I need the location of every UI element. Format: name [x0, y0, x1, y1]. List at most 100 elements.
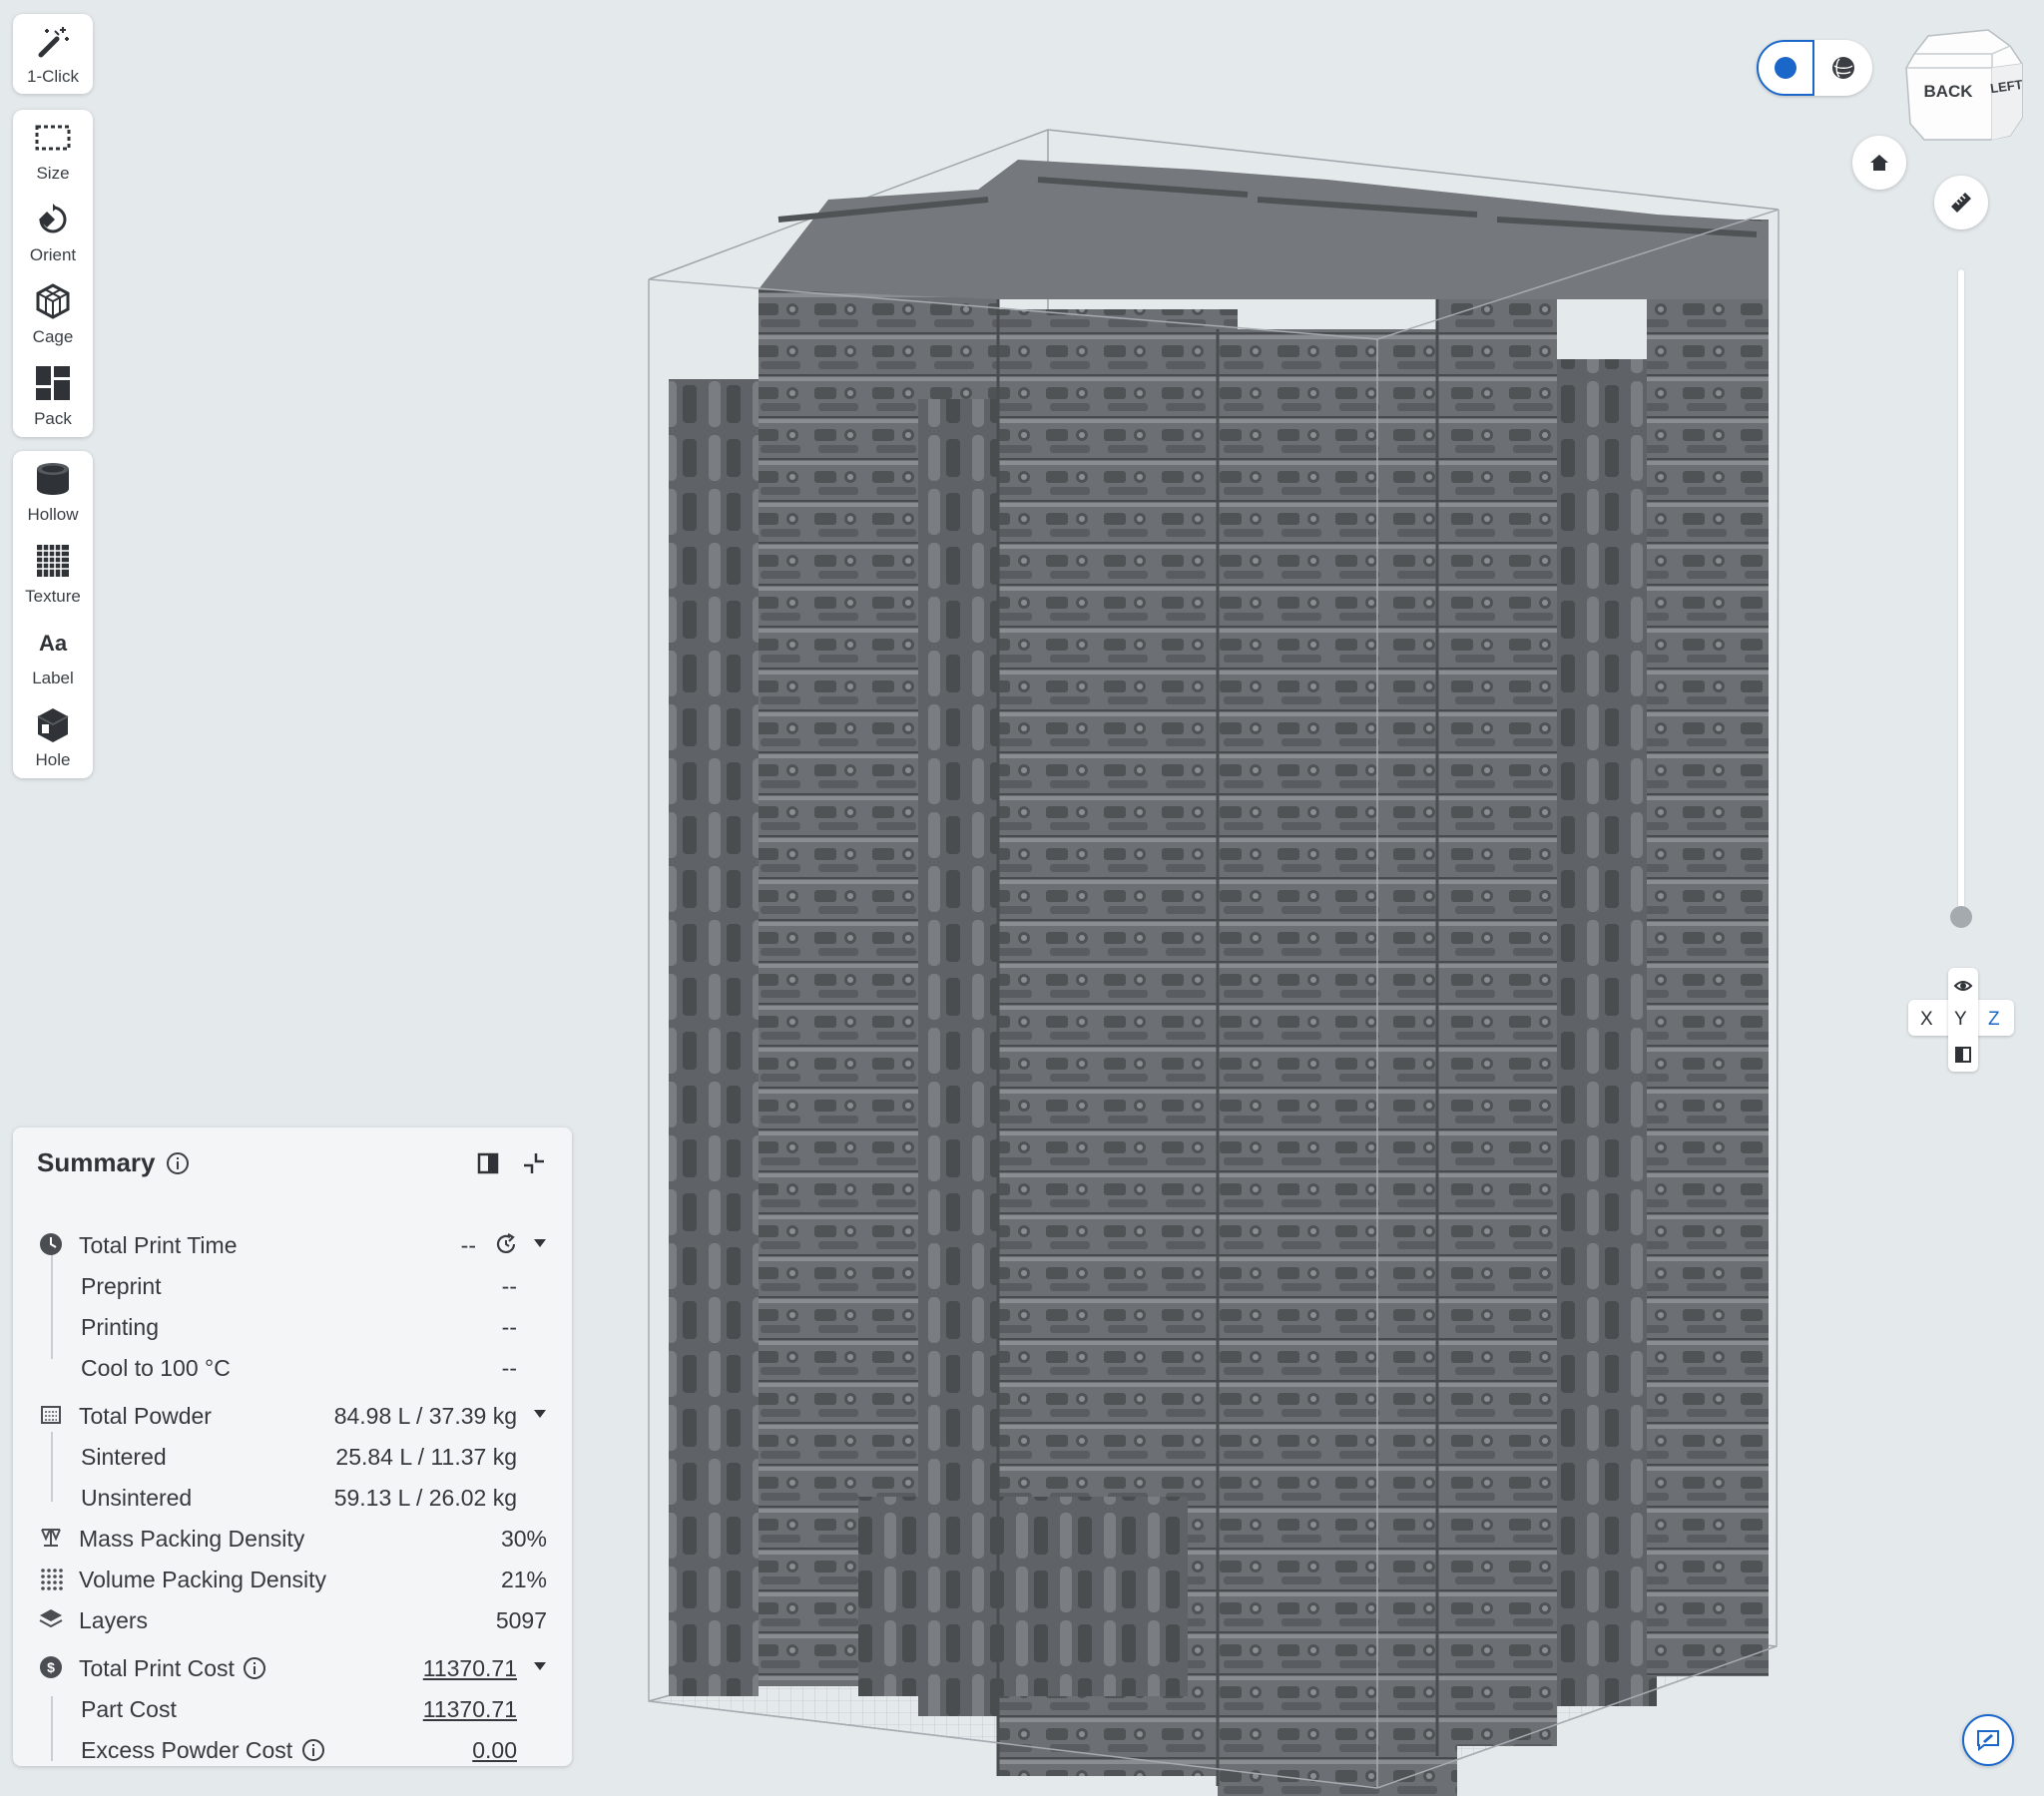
row-value: --	[501, 1355, 517, 1381]
xray-view-button[interactable]	[1814, 40, 1872, 96]
info-icon[interactable]	[166, 1151, 190, 1175]
label-icon: Aa	[39, 631, 68, 656]
summary-row-layers: Layers 5097	[13, 1599, 572, 1640]
build-volume-viewport[interactable]	[599, 110, 1796, 1796]
tool-label: Hollow	[27, 505, 79, 524]
row-label: Mass Packing Density	[79, 1526, 305, 1552]
row-label: Total Print Cost	[79, 1655, 235, 1681]
tool-size[interactable]: Size	[13, 110, 93, 192]
summary-row-mass-packing-density: Mass Packing Density 30%	[13, 1518, 572, 1559]
row-label: Total Powder	[79, 1403, 212, 1429]
pack-icon	[36, 366, 70, 400]
collapse-panel-icon[interactable]	[520, 1149, 548, 1177]
tool-label: Label	[32, 669, 74, 687]
volume-density-icon	[41, 1569, 63, 1590]
tool-label: Orient	[29, 245, 77, 264]
row-label: Cool to 100 °C	[81, 1355, 231, 1381]
tool-label: Texture	[25, 587, 81, 606]
feedback-icon	[1977, 1730, 1999, 1752]
summary-row-total-print-cost: $ Total Print Cost 11370.71	[13, 1647, 572, 1688]
chevron-down-icon[interactable]	[533, 1238, 547, 1248]
chevron-down-icon[interactable]	[533, 1661, 547, 1671]
tool-label: Hole	[35, 750, 71, 769]
home-icon	[1870, 155, 1888, 171]
row-value: --	[501, 1314, 517, 1340]
view-cube[interactable]: BACK LEFT	[1900, 24, 2026, 142]
summary-row-part-cost: Part Cost 11370.71	[13, 1688, 572, 1729]
row-label: Preprint	[81, 1273, 162, 1299]
axis-y-button[interactable]: Y	[1954, 1009, 1967, 1031]
clock-icon	[40, 1233, 62, 1255]
render-mode-toggle	[1757, 40, 1872, 96]
info-icon[interactable]	[301, 1738, 325, 1762]
measure-button[interactable]	[1934, 176, 1988, 229]
summary-row-total-print-time: Total Print Time --	[13, 1224, 572, 1265]
tool-label-tool[interactable]: Aa Label	[13, 615, 93, 696]
layer-slider-handle[interactable]	[1950, 906, 1972, 928]
summary-row-sintered: Sintered 25.84 L / 11.37 kg	[13, 1436, 572, 1477]
tool-orient[interactable]: Orient	[13, 192, 93, 273]
layers-icon	[39, 1609, 63, 1628]
row-value: 25.84 L / 11.37 kg	[335, 1444, 517, 1470]
row-label: Unsintered	[81, 1485, 193, 1511]
part-cost-link[interactable]: 11370.71	[423, 1696, 517, 1723]
row-value: --	[501, 1273, 517, 1299]
size-icon	[35, 125, 71, 151]
home-view-button[interactable]	[1852, 136, 1906, 190]
feedback-button[interactable]	[1962, 1714, 2014, 1766]
row-label: Excess Powder Cost	[81, 1737, 293, 1763]
summary-row-total-powder: Total Powder 84.98 L / 37.39 kg	[13, 1395, 572, 1436]
dollar-icon: $	[40, 1656, 62, 1678]
total-cost-link[interactable]: 11370.71	[423, 1655, 517, 1682]
ruler-icon	[1951, 193, 1971, 213]
summary-row-unsintered: Unsintered 59.13 L / 26.02 kg	[13, 1477, 572, 1518]
summary-panel: Summary Total Print Time -- Preprint -- …	[13, 1127, 572, 1766]
chevron-down-icon[interactable]	[533, 1409, 547, 1419]
orient-icon	[39, 204, 67, 233]
section-view-icon[interactable]	[1954, 1046, 1972, 1064]
toolbar-group-layout: Size Orient Cage Pack	[13, 110, 93, 437]
tool-label: Pack	[34, 409, 72, 428]
info-icon[interactable]	[243, 1656, 266, 1680]
toolbar-group-1click: 1-Click	[13, 14, 93, 94]
solid-view-button[interactable]	[1757, 40, 1814, 96]
summary-row-excess-powder-cost: Excess Powder Cost 0.00	[13, 1729, 572, 1770]
row-value: 5097	[495, 1607, 547, 1633]
hollow-icon	[37, 463, 69, 495]
eye-icon[interactable]	[1953, 976, 1973, 996]
excess-cost-link[interactable]: 0.00	[472, 1737, 517, 1764]
layer-slider-track[interactable]	[1958, 269, 1964, 918]
summary-row-cool: Cool to 100 °C --	[13, 1347, 572, 1388]
row-label: Part Cost	[81, 1696, 177, 1722]
axis-x-button[interactable]: X	[1920, 1009, 1933, 1031]
row-label: Total Print Time	[79, 1232, 238, 1258]
tool-label: Size	[36, 164, 70, 183]
toolbar-group-modify: Hollow Texture Aa Label Hole	[13, 451, 93, 778]
dock-panel-icon[interactable]	[474, 1149, 502, 1177]
powder-icon	[41, 1406, 61, 1424]
tool-label: 1-Click	[27, 67, 79, 86]
tool-pack[interactable]: Pack	[13, 355, 93, 437]
solid-sphere-icon	[1775, 57, 1796, 79]
refresh-estimate-icon[interactable]	[493, 1231, 519, 1257]
summary-row-printing: Printing --	[13, 1306, 572, 1347]
hole-icon	[37, 708, 69, 742]
row-value: 21%	[500, 1567, 547, 1592]
tool-texture[interactable]: Texture	[13, 533, 93, 615]
scale-icon	[41, 1529, 61, 1547]
row-label: Sintered	[81, 1444, 167, 1470]
summary-title: Summary	[37, 1147, 156, 1177]
summary-row-preprint: Preprint --	[13, 1265, 572, 1306]
tool-label: Cage	[32, 327, 74, 346]
row-label: Layers	[79, 1607, 149, 1633]
svg-text:Aa: Aa	[39, 631, 68, 656]
axis-z-button[interactable]: Z	[1988, 1009, 2000, 1031]
tool-cage[interactable]: Cage	[13, 273, 93, 355]
tool-hole[interactable]: Hole	[13, 696, 93, 778]
tool-1-click[interactable]: 1-Click	[13, 14, 93, 94]
svg-text:$: $	[47, 1659, 55, 1675]
tool-hollow[interactable]: Hollow	[13, 451, 93, 533]
row-value: 84.98 L / 37.39 kg	[333, 1403, 517, 1429]
texture-icon	[37, 545, 69, 577]
row-value: --	[460, 1232, 476, 1258]
